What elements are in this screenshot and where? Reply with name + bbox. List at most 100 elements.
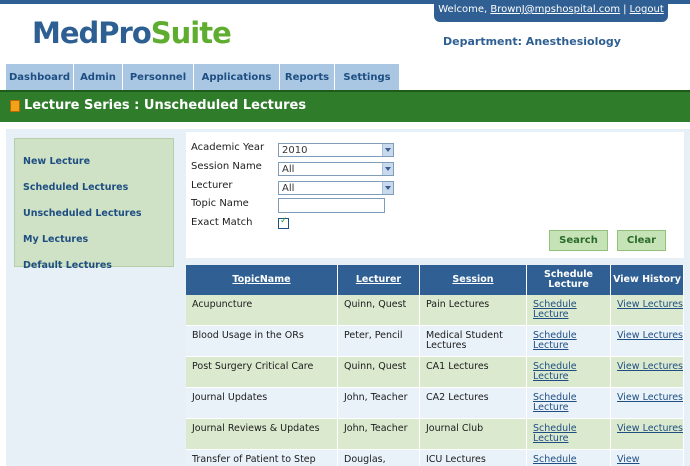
user-bar: Welcome, BrownJ@mpshospital.com | Logout xyxy=(434,0,668,22)
table-row: Blood Usage in the ORs Peter, Pencil Med… xyxy=(186,326,684,357)
exact-match-checkbox[interactable] xyxy=(278,216,289,229)
session-cell: CA1 Lectures xyxy=(420,357,527,388)
history-cell: View Lectures xyxy=(611,419,684,450)
history-cell: View Lectures xyxy=(611,326,684,357)
schedule-lecture-link[interactable]: Schedule Lecture xyxy=(533,299,577,320)
schedule-cell: Schedule xyxy=(527,450,611,466)
lecturer-cell: Quinn, Quest xyxy=(338,357,420,388)
history-cell: View Lectures xyxy=(611,357,684,388)
view-lectures-link[interactable]: View xyxy=(617,454,640,465)
session-cell: ICU Lectures xyxy=(420,450,527,466)
schedule-cell: Schedule Lecture xyxy=(527,357,611,388)
view-lectures-link[interactable]: View Lectures xyxy=(617,423,683,434)
academic-year-value: 2010 xyxy=(282,145,308,156)
session-name-label: Session Name xyxy=(191,161,262,172)
lecturer-cell: John, Teacher xyxy=(338,388,420,419)
sidebar-item-new-lecture[interactable]: New Lecture xyxy=(23,156,90,167)
schedule-lecture-link[interactable]: Schedule Lecture xyxy=(533,423,577,444)
academic-year-select[interactable]: 2010 xyxy=(278,143,394,157)
sidebar-item-scheduled-lectures[interactable]: Scheduled Lectures xyxy=(23,182,128,193)
table-row: Transfer of Patient to Step Douglas, ICU… xyxy=(186,450,684,466)
left-panel: New Lecture Scheduled Lectures Unschedul… xyxy=(6,129,180,466)
topic-cell: Post Surgery Critical Care xyxy=(186,357,338,388)
sidebar-item-unscheduled-lectures[interactable]: Unscheduled Lectures xyxy=(23,208,142,219)
page-header: Lecture Series : Unscheduled Lectures xyxy=(0,90,690,122)
main-nav: Dashboard Admin Personnel Applications R… xyxy=(6,64,400,90)
tab-personnel[interactable]: Personnel xyxy=(123,64,194,90)
user-email-link[interactable]: BrownJ@mpshospital.com xyxy=(490,4,620,15)
sidebar-item-my-lectures[interactable]: My Lectures xyxy=(23,234,88,245)
history-cell: View Lectures xyxy=(611,388,684,419)
lecturer-cell: John, Teacher xyxy=(338,419,420,450)
session-cell: Pain Lectures xyxy=(420,295,527,326)
exact-match-label: Exact Match xyxy=(191,217,253,228)
topic-cell: Acupuncture xyxy=(186,295,338,326)
table-row: Journal Updates John, Teacher CA2 Lectur… xyxy=(186,388,684,419)
sidebar-nav: New Lecture Scheduled Lectures Unschedul… xyxy=(14,138,174,271)
logout-link[interactable]: Logout xyxy=(630,4,664,15)
schedule-cell: Schedule Lecture xyxy=(527,419,611,450)
col-session[interactable]: Session xyxy=(420,265,527,295)
session-cell: CA2 Lectures xyxy=(420,388,527,419)
academic-year-label: Academic Year xyxy=(191,142,265,153)
chevron-down-icon[interactable] xyxy=(382,163,393,175)
schedule-lecture-link[interactable]: Schedule xyxy=(533,454,577,465)
topic-cell: Transfer of Patient to Step xyxy=(186,450,338,466)
topic-cell: Journal Reviews & Updates xyxy=(186,419,338,450)
logo[interactable]: MedProSuite xyxy=(32,16,232,50)
sidebar-item-default-lectures[interactable]: Default Lectures xyxy=(23,260,112,271)
tab-applications[interactable]: Applications xyxy=(194,64,280,90)
topic-cell: Blood Usage in the ORs xyxy=(186,326,338,357)
schedule-cell: Schedule Lecture xyxy=(527,295,611,326)
page-title: Lecture Series : Unscheduled Lectures xyxy=(24,98,307,113)
search-button[interactable]: Search xyxy=(549,230,608,251)
logo-text-part1: MedPro xyxy=(32,16,152,50)
topic-cell: Journal Updates xyxy=(186,388,338,419)
col-topic-name[interactable]: TopicName xyxy=(186,265,338,295)
logo-text-part2: Suite xyxy=(150,16,232,50)
session-cell: Medical Student Lectures xyxy=(420,326,527,357)
main-content: Academic Year 2010 Session Name All Lect… xyxy=(180,129,690,466)
session-cell: Journal Club xyxy=(420,419,527,450)
table-row: Post Surgery Critical Care Quinn, Quest … xyxy=(186,357,684,388)
session-name-value: All xyxy=(282,164,295,175)
tab-dashboard[interactable]: Dashboard xyxy=(6,64,74,90)
tab-settings[interactable]: Settings xyxy=(335,64,400,90)
session-name-select[interactable]: All xyxy=(278,162,394,176)
lecturer-value: All xyxy=(282,183,295,194)
table-row: Journal Reviews & Updates John, Teacher … xyxy=(186,419,684,450)
tab-admin[interactable]: Admin xyxy=(74,64,123,90)
col-view-history: View History xyxy=(611,265,684,295)
lecturer-select[interactable]: All xyxy=(278,181,394,195)
chevron-down-icon[interactable] xyxy=(382,144,393,156)
clear-button[interactable]: Clear xyxy=(617,230,666,251)
lecturer-cell: Peter, Pencil xyxy=(338,326,420,357)
view-lectures-link[interactable]: View Lectures xyxy=(617,330,683,341)
history-cell: View Lectures xyxy=(611,295,684,326)
history-cell: View xyxy=(611,450,684,466)
logo-area: MedProSuite xyxy=(6,14,232,58)
table-row: Acupuncture Quinn, Quest Pain Lectures S… xyxy=(186,295,684,326)
lecturer-cell: Douglas, xyxy=(338,450,420,466)
tab-reports[interactable]: Reports xyxy=(280,64,335,90)
col-lecturer[interactable]: Lecturer xyxy=(338,265,420,295)
col-schedule-lecture: Schedule Lecture xyxy=(527,265,611,295)
schedule-cell: Schedule Lecture xyxy=(527,388,611,419)
table-header: TopicName Lecturer Session Schedule Lect… xyxy=(186,265,684,295)
chevron-down-icon[interactable] xyxy=(382,182,393,194)
schedule-lecture-link[interactable]: Schedule Lecture xyxy=(533,361,577,382)
schedule-lecture-link[interactable]: Schedule Lecture xyxy=(533,330,577,351)
view-lectures-link[interactable]: View Lectures xyxy=(617,392,683,403)
book-icon xyxy=(10,100,20,112)
schedule-cell: Schedule Lecture xyxy=(527,326,611,357)
view-lectures-link[interactable]: View Lectures xyxy=(617,299,683,310)
department-label: Department: Anesthesiology xyxy=(443,35,621,48)
topic-name-input[interactable] xyxy=(278,198,385,213)
separator: | xyxy=(623,4,627,15)
lecturer-cell: Quinn, Quest xyxy=(338,295,420,326)
schedule-lecture-link[interactable]: Schedule Lecture xyxy=(533,392,577,413)
topic-name-label: Topic Name xyxy=(191,198,249,209)
welcome-text: Welcome, xyxy=(438,4,491,15)
view-lectures-link[interactable]: View Lectures xyxy=(617,361,683,372)
filter-form: Academic Year 2010 Session Name All Lect… xyxy=(186,132,684,258)
